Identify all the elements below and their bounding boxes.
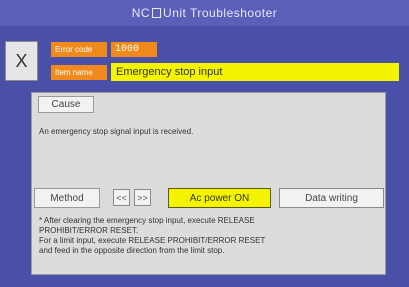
item-name-label: Item name — [51, 65, 107, 80]
error-code-label: Error code — [51, 42, 107, 57]
title-prefix: NC — [131, 6, 151, 20]
title-box-icon — [152, 8, 162, 18]
method-text: * After clearing the emergency stop inpu… — [39, 216, 379, 256]
method-line: and feed in the opposite direction from … — [39, 246, 225, 255]
method-toolbar: Method << >> Ac power ON Data writing — [34, 188, 384, 208]
error-code-value: 1000 — [111, 42, 157, 57]
data-writing-button[interactable]: Data writing — [279, 188, 384, 208]
tab-cause[interactable]: Cause — [38, 96, 94, 113]
cause-text: An emergency stop signal input is receiv… — [39, 127, 194, 136]
method-line: PROHIBIT/ERROR RESET. — [39, 226, 139, 235]
window-title: NC Unit Troubleshooter — [0, 0, 409, 26]
prev-button[interactable]: << — [113, 189, 130, 206]
title-suffix: Unit Troubleshooter — [163, 6, 278, 20]
method-label: Method — [34, 188, 100, 208]
troubleshoot-panel: Cause An emergency stop signal input is … — [31, 92, 386, 275]
item-name-value: Emergency stop input — [111, 63, 399, 81]
next-button[interactable]: >> — [134, 189, 151, 206]
method-line: * After clearing the emergency stop inpu… — [39, 216, 255, 225]
ac-power-on-button[interactable]: Ac power ON — [168, 188, 271, 208]
method-line: For a limit input, execute RELEASE PROHI… — [39, 236, 266, 245]
close-button[interactable]: X — [5, 41, 38, 81]
